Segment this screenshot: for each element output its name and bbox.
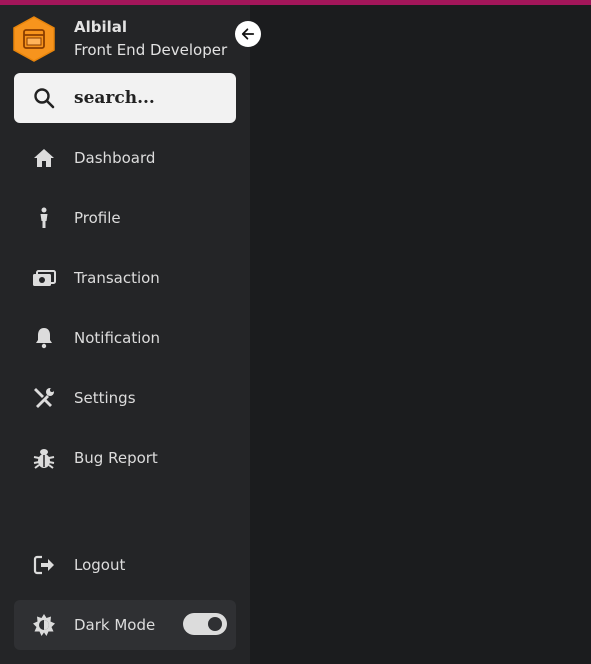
gear-sun-icon (29, 610, 59, 640)
dark-mode-label: Dark Mode (74, 616, 156, 634)
collapse-sidebar-button[interactable] (235, 21, 261, 47)
nav-label: Dashboard (74, 149, 156, 167)
nav-label: Bug Report (74, 449, 158, 467)
logout-button[interactable]: Logout (14, 542, 236, 588)
profile-role: Front End Developer (74, 41, 228, 59)
search-icon (34, 88, 55, 109)
bug-icon (29, 443, 59, 473)
sidebar: Albilal Front End Developer Dashboard Pr… (0, 5, 250, 664)
dark-mode-toggle[interactable] (183, 613, 227, 635)
nav-item-dashboard[interactable]: Dashboard (14, 135, 236, 181)
nav-label: Notification (74, 329, 161, 347)
bell-icon (29, 323, 59, 353)
money-icon (29, 263, 59, 293)
home-icon (29, 143, 59, 173)
brand-logo (12, 16, 56, 62)
nav-label: Settings (74, 389, 136, 407)
person-icon (29, 203, 59, 233)
nav-label: Transaction (74, 269, 160, 287)
arrow-left-icon (241, 28, 255, 40)
nav-label: Profile (74, 209, 121, 227)
hexagon-browser-logo-icon (13, 16, 55, 62)
nav-item-settings[interactable]: Settings (14, 375, 236, 421)
main-content (250, 5, 591, 664)
search-input[interactable] (74, 88, 224, 108)
search-box[interactable] (14, 73, 236, 123)
logout-icon (29, 550, 59, 580)
profile-name: Albilal (74, 18, 128, 36)
nav-item-transaction[interactable]: Transaction (14, 255, 236, 301)
nav-item-bug-report[interactable]: Bug Report (14, 435, 236, 481)
toggle-knob (208, 617, 222, 631)
nav-item-notification[interactable]: Notification (14, 315, 236, 361)
nav-item-profile[interactable]: Profile (14, 195, 236, 241)
tools-icon (29, 383, 59, 413)
dark-mode-row: Dark Mode (14, 600, 236, 650)
logout-label: Logout (74, 556, 126, 574)
